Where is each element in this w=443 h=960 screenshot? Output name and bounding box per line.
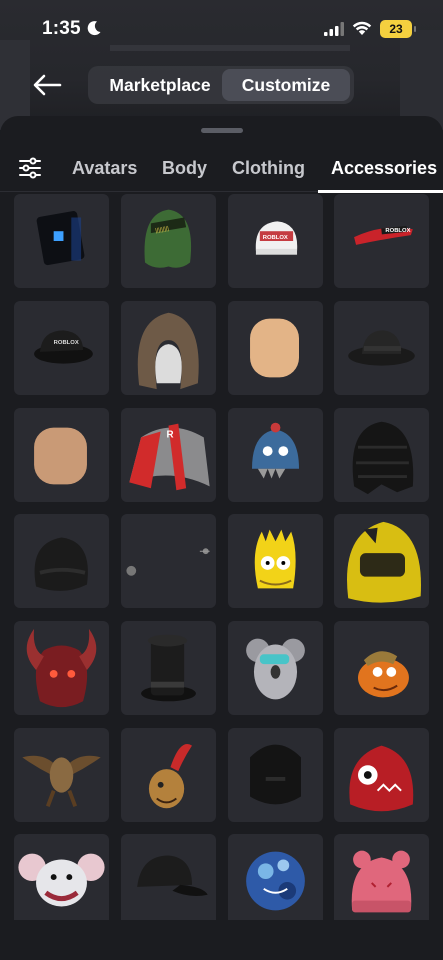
accessory-item-tan-head[interactable]: [228, 301, 323, 395]
accessory-item-black-cap-2[interactable]: [121, 834, 216, 920]
accessory-item-black-mask[interactable]: [228, 728, 323, 822]
black-fedora-thumbnail: [348, 330, 415, 366]
accessory-item-blue-monster-beanie[interactable]: [228, 408, 323, 502]
signal-icon: [324, 22, 344, 36]
bart-head-thumbnail: [254, 529, 296, 589]
monkey-wings-thumbnail: [22, 755, 101, 808]
item-logo-text: ROBLOX: [54, 340, 79, 346]
blue-monster-beanie-thumbnail: [252, 422, 299, 479]
tab-accessories[interactable]: Accessories: [331, 158, 437, 179]
accessory-item-black-cap[interactable]: ROBLOX: [14, 301, 109, 395]
accessory-item-blue-light-cube[interactable]: [14, 194, 109, 288]
tan-head-2-thumbnail: [34, 427, 87, 485]
black-cap-thumbnail: ROBLOX: [34, 330, 93, 364]
accessory-item-red-kraken-head[interactable]: [334, 728, 429, 822]
small-items-thumbnail: [126, 548, 210, 576]
yellow-helmet-thumbnail: [347, 521, 422, 603]
item-logo-text: R: [167, 429, 174, 440]
tab-avatars[interactable]: Avatars: [72, 158, 137, 179]
active-tab-indicator: [318, 190, 443, 193]
top-nav: Marketplace Customize: [0, 62, 443, 108]
chicken-head-thumbnail: [148, 743, 192, 809]
accessory-item-black-puffer-hair[interactable]: [334, 408, 429, 502]
tab-body[interactable]: Body: [162, 158, 207, 179]
wifi-icon: [352, 21, 372, 35]
tab-customize[interactable]: Customize: [222, 69, 350, 101]
red-gray-cap-thumbnail: R: [129, 423, 210, 491]
accessory-item-black-fedora[interactable]: [334, 301, 429, 395]
fishstick-head-thumbnail: [358, 651, 409, 698]
accessory-item-small-items[interactable]: [121, 514, 216, 608]
black-top-hat-thumbnail: [141, 634, 196, 702]
status-bar: 1:35 23: [0, 0, 443, 56]
accessory-item-fur-hood[interactable]: [121, 301, 216, 395]
accessory-item-tan-head-2[interactable]: [14, 408, 109, 502]
black-beanie-thumbnail: [34, 537, 88, 591]
accessory-item-pink-bear-beanie[interactable]: [334, 834, 429, 920]
accessory-item-green-hood[interactable]: |||||||||: [121, 194, 216, 288]
fur-hood-thumbnail: [137, 312, 199, 390]
red-kraken-head-thumbnail: [349, 745, 414, 812]
green-hood-thumbnail: |||||||||: [144, 209, 192, 268]
koala-glasses-thumbnail: [246, 638, 305, 700]
accessory-item-bart-head[interactable]: [228, 514, 323, 608]
accessory-item-black-beanie[interactable]: [14, 514, 109, 608]
category-tabs: Avatars Body Clothing Accessories: [0, 146, 443, 193]
red-visor-thumbnail: ROBLOX: [354, 225, 413, 245]
accessory-item-roblox-white-cap[interactable]: ROBLOX: [228, 194, 323, 288]
customize-sheet: Avatars Body Clothing Accessories ||||||…: [0, 116, 443, 960]
tab-clothing[interactable]: Clothing: [232, 158, 305, 179]
accessory-item-yellow-helmet[interactable]: [334, 514, 429, 608]
accessory-item-red-gray-cap[interactable]: R: [121, 408, 216, 502]
status-time: 1:35: [42, 18, 81, 39]
sheet-drag-handle[interactable]: [201, 128, 243, 133]
pink-bear-beanie-thumbnail: [351, 850, 412, 913]
roblox-white-cap-thumbnail: ROBLOX: [255, 221, 298, 255]
back-arrow-icon[interactable]: [30, 70, 64, 100]
battery-indicator: 23: [380, 20, 416, 38]
accessory-item-koala-glasses[interactable]: [228, 621, 323, 715]
mouse-face-thumbnail: [18, 853, 105, 907]
accessory-grid: ||||||||| ROBLOX ROBLOX ROBLOX R: [14, 194, 430, 920]
black-cap-2-thumbnail: [137, 855, 208, 897]
camo-ball-thumbnail: [246, 851, 305, 911]
item-logo-text: ROBLOX: [385, 228, 410, 234]
accessory-item-demon-mask[interactable]: [14, 621, 109, 715]
black-puffer-hair-thumbnail: [352, 421, 414, 495]
filter-sliders-icon[interactable]: [18, 156, 42, 180]
accessory-item-fishstick-head[interactable]: [334, 621, 429, 715]
blue-light-cube-thumbnail: [36, 211, 85, 266]
accessory-item-camo-ball[interactable]: [228, 834, 323, 920]
tab-marketplace[interactable]: Marketplace: [96, 69, 224, 101]
tan-head-thumbnail: [250, 318, 299, 378]
accessory-item-black-top-hat[interactable]: [121, 621, 216, 715]
black-mask-thumbnail: [250, 744, 301, 805]
item-logo-text: ROBLOX: [263, 235, 288, 241]
accessory-item-mouse-face[interactable]: [14, 834, 109, 920]
accessory-item-monkey-wings[interactable]: [14, 728, 109, 822]
accessory-item-red-visor[interactable]: ROBLOX: [334, 194, 429, 288]
mode-switcher: Marketplace Customize: [88, 66, 354, 104]
demon-mask-thumbnail: [26, 628, 97, 708]
moon-icon: [87, 21, 101, 36]
accessory-item-chicken-head[interactable]: [121, 728, 216, 822]
